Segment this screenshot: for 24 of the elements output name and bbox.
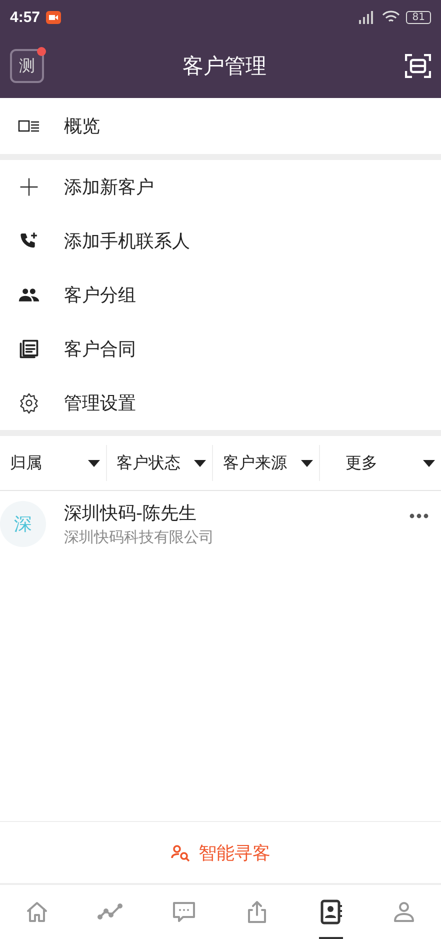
battery-level: 81 [406, 10, 431, 24]
document-icon [18, 338, 40, 360]
caret-icon [423, 460, 435, 466]
caret-icon [194, 460, 206, 466]
wifi-icon [382, 10, 400, 24]
person-search-icon [170, 844, 190, 862]
caret-icon [88, 460, 100, 466]
settings-icon [18, 392, 40, 414]
recording-icon [46, 10, 62, 24]
page-title: 客户管理 [182, 53, 268, 80]
status-time: 4:57 [10, 8, 40, 26]
plus-icon [18, 176, 40, 198]
avatar-button[interactable]: 测 [10, 49, 44, 83]
home-icon [24, 900, 49, 924]
customer-name[interactable]: 深圳快码-陈先生 [64, 501, 391, 525]
list-icon [18, 120, 40, 132]
customer-avatar: 深 [0, 501, 46, 547]
chat-icon [172, 900, 196, 924]
scan-icon[interactable] [405, 54, 431, 78]
customer-company: 深圳快码科技有限公司 [64, 528, 215, 547]
caret-icon [300, 460, 312, 466]
contact-book-icon [318, 899, 343, 925]
people-icon [18, 287, 40, 303]
person-icon [392, 900, 416, 924]
